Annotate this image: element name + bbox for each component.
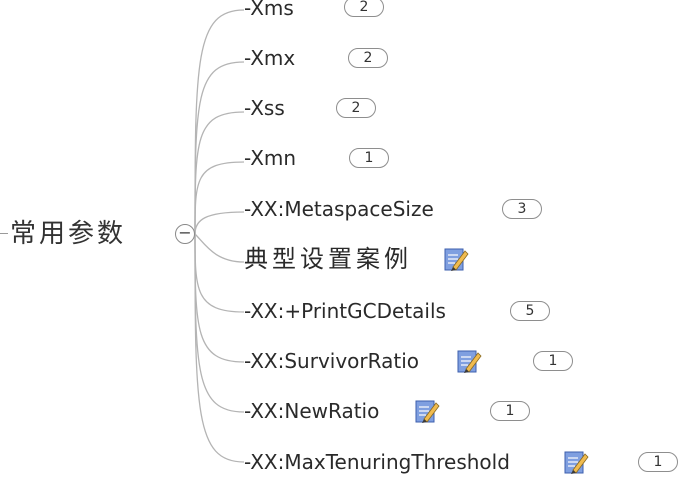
topic-count-badge[interactable]: 1 <box>638 452 678 472</box>
root-connector <box>0 233 8 234</box>
connector-xmx <box>194 61 245 235</box>
root-topic[interactable]: 常用参数 <box>10 213 126 250</box>
note-pencil-icon[interactable] <box>443 246 469 272</box>
topic-count-badge[interactable]: 2 <box>348 48 388 68</box>
connector-xss <box>194 111 245 235</box>
connector-survivor <box>194 233 245 363</box>
note-pencil-icon[interactable] <box>456 348 482 374</box>
topic-print-gc-details[interactable]: -XX:+PrintGCDetails <box>244 299 446 323</box>
topic-count-badge[interactable]: 2 <box>336 98 376 118</box>
topic-metaspace-size[interactable]: -XX:MetaspaceSize <box>244 197 434 221</box>
connector-maxtenuring <box>194 233 245 463</box>
connector-printgc <box>194 233 245 313</box>
topic-survivor-ratio[interactable]: -XX:SurvivorRatio <box>244 349 419 373</box>
topic-max-tenuring-threshold[interactable]: -XX:MaxTenuringThreshold <box>244 450 510 474</box>
topic-xms[interactable]: -Xms <box>244 0 294 20</box>
topic-count-badge[interactable]: 2 <box>344 0 384 17</box>
collapse-minus-icon[interactable]: − <box>175 224 195 244</box>
note-pencil-icon[interactable] <box>563 449 589 475</box>
topic-xmn[interactable]: -Xmn <box>244 146 296 170</box>
connector-newratio <box>194 233 245 413</box>
connector-typical <box>194 233 245 263</box>
topic-count-badge[interactable]: 1 <box>490 401 530 421</box>
topic-count-badge[interactable]: 5 <box>510 301 550 321</box>
topic-xss[interactable]: -Xss <box>244 96 285 120</box>
connector-xms <box>194 9 245 235</box>
topic-count-badge[interactable]: 1 <box>533 351 573 371</box>
note-pencil-icon[interactable] <box>414 398 440 424</box>
topic-typical-settings[interactable]: 典型设置案例 <box>244 244 412 274</box>
mind-map-canvas: 常用参数 − -Xms 2 -Xmx 2 -Xss 2 -Xmn 1 -XX:M… <box>0 0 693 491</box>
topic-xmx[interactable]: -Xmx <box>244 46 295 70</box>
connector-metaspace <box>194 211 245 235</box>
connector-xmn <box>194 161 245 235</box>
topic-new-ratio[interactable]: -XX:NewRatio <box>244 399 379 423</box>
topic-count-badge[interactable]: 1 <box>349 148 389 168</box>
topic-count-badge[interactable]: 3 <box>502 199 542 219</box>
